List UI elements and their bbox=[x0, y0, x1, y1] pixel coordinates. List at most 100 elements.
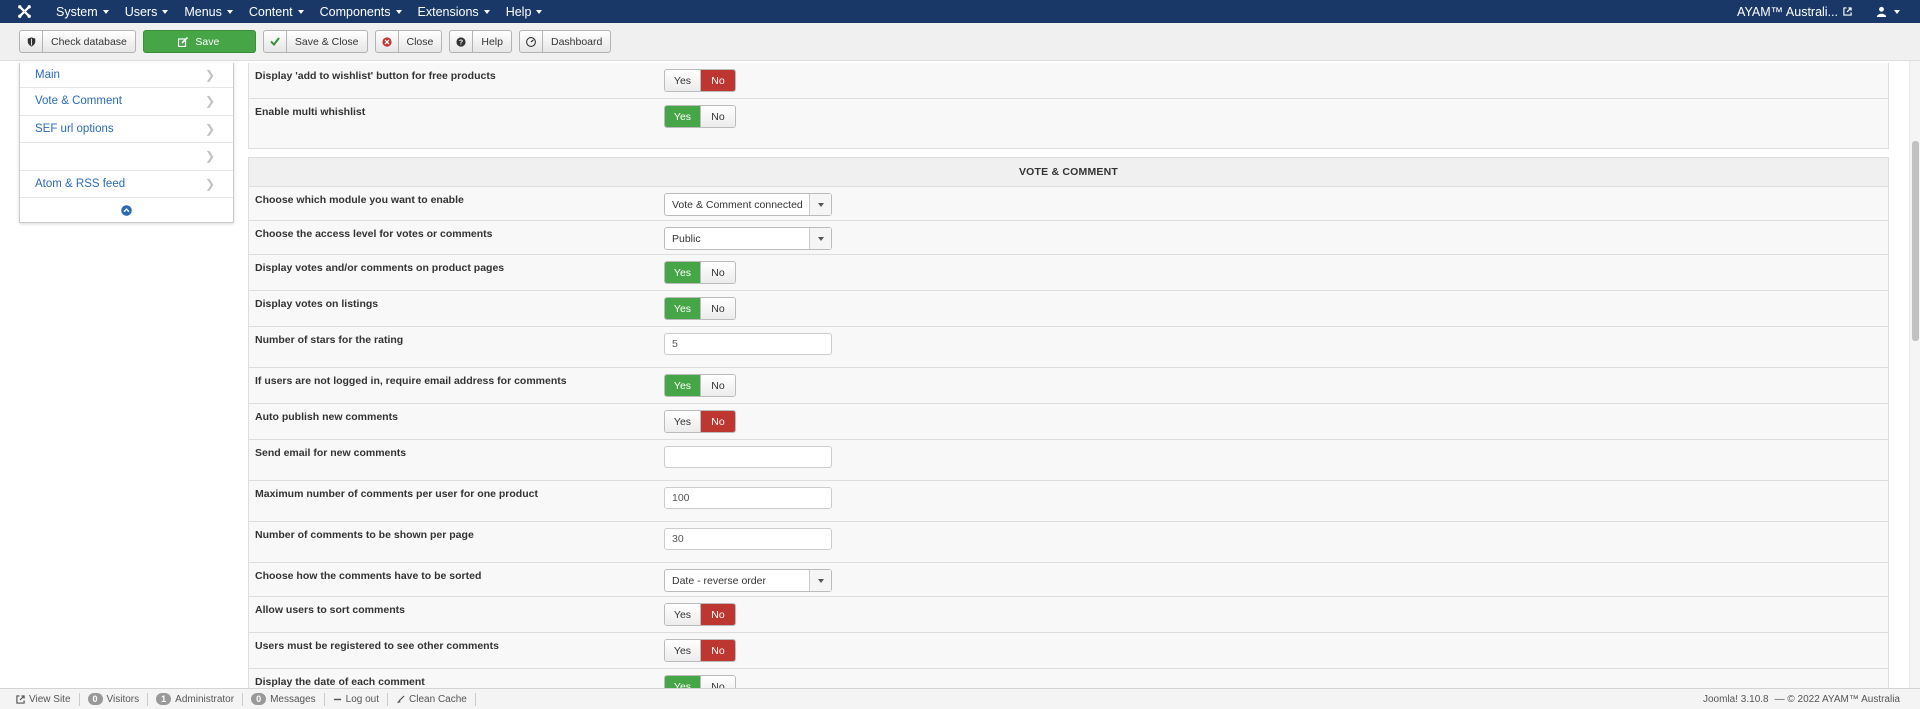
yes-option[interactable]: Yes bbox=[665, 676, 700, 688]
caret-down-icon bbox=[483, 9, 490, 14]
sidebar-item-label: Vote & Comment bbox=[35, 95, 122, 108]
joomla-logo-icon[interactable] bbox=[0, 0, 48, 23]
option-label: Display votes and/or comments on product… bbox=[255, 262, 505, 274]
registered-see-toggle[interactable]: Yes No bbox=[664, 639, 736, 662]
module-select[interactable]: Vote & Comment connected bbox=[664, 193, 832, 216]
yes-option[interactable]: Yes bbox=[665, 70, 700, 91]
menu-system[interactable]: System bbox=[48, 0, 117, 23]
visitors-indicator[interactable]: 0 Visitors bbox=[80, 692, 149, 706]
minus-icon bbox=[333, 698, 341, 700]
close-circle-icon bbox=[376, 31, 399, 52]
yes-option[interactable]: Yes bbox=[665, 375, 700, 396]
scrollbar-thumb[interactable] bbox=[1912, 141, 1919, 341]
yes-option[interactable]: Yes bbox=[665, 262, 700, 283]
no-option[interactable]: No bbox=[700, 106, 735, 127]
option-label: Number of comments to be shown per page bbox=[255, 529, 474, 541]
yes-option[interactable]: Yes bbox=[665, 640, 700, 661]
display-date-toggle[interactable]: Yes No bbox=[664, 675, 736, 688]
administrator-indicator[interactable]: 1 Administrator bbox=[148, 692, 244, 706]
menu-content[interactable]: Content bbox=[241, 0, 312, 23]
user-menu[interactable] bbox=[1862, 6, 1920, 17]
no-option[interactable]: No bbox=[700, 676, 735, 688]
check-database-button[interactable]: Check database bbox=[19, 30, 136, 53]
sidebar-item-empty[interactable]: ❯ bbox=[20, 143, 233, 171]
select-value: Date - reverse order bbox=[672, 574, 766, 587]
menu-menus[interactable]: Menus bbox=[176, 0, 241, 23]
yes-option[interactable]: Yes bbox=[665, 411, 700, 432]
svg-text:?: ? bbox=[459, 39, 463, 46]
option-row-multi-wishlist: Enable multi whishlist Yes No bbox=[249, 99, 1888, 148]
yes-option[interactable]: Yes bbox=[665, 298, 700, 319]
logout-link[interactable]: Log out bbox=[325, 692, 389, 706]
no-option[interactable]: No bbox=[700, 298, 735, 319]
no-option[interactable]: No bbox=[700, 640, 735, 661]
menu-components[interactable]: Components bbox=[312, 0, 410, 23]
save-close-button[interactable]: Save & Close bbox=[262, 30, 368, 53]
display-votes-pages-toggle[interactable]: Yes No bbox=[664, 261, 736, 284]
sidebar-item-main[interactable]: Main ❯ bbox=[20, 63, 233, 88]
option-row-display-date: Display the date of each comment Yes No bbox=[249, 669, 1888, 688]
auto-publish-toggle[interactable]: Yes No bbox=[664, 410, 736, 433]
menu-components-label: Components bbox=[319, 4, 391, 19]
clean-cache-label: Clean Cache bbox=[409, 693, 467, 705]
multi-wishlist-toggle[interactable]: Yes No bbox=[664, 105, 736, 128]
close-label: Close bbox=[406, 35, 434, 48]
visitors-label: Visitors bbox=[106, 693, 140, 705]
no-option[interactable]: No bbox=[700, 411, 735, 432]
option-row-wishlist-free: Display 'add to wishlist' button for fre… bbox=[249, 63, 1888, 99]
menu-system-label: System bbox=[56, 4, 98, 19]
dropdown-arrow-icon bbox=[809, 194, 831, 215]
site-name-link[interactable]: AYAM™ Australi... bbox=[1727, 5, 1862, 19]
no-option[interactable]: No bbox=[700, 375, 735, 396]
option-row-access-level: Choose the access level for votes or com… bbox=[249, 221, 1888, 255]
sidebar-item-sef-url-options[interactable]: SEF url options ❯ bbox=[20, 116, 233, 143]
chevron-right-icon: ❯ bbox=[204, 121, 215, 136]
page-scrollbar[interactable] bbox=[1909, 61, 1920, 688]
display-votes-listings-toggle[interactable]: Yes No bbox=[664, 297, 736, 320]
messages-count-badge: 0 bbox=[251, 693, 267, 705]
yes-option[interactable]: Yes bbox=[665, 604, 700, 625]
dropdown-arrow-icon bbox=[809, 228, 831, 249]
sidebar-item-label: Main bbox=[35, 69, 60, 81]
option-label: Number of stars for the rating bbox=[255, 334, 404, 346]
option-row-comments-per-page: Number of comments to be shown per page … bbox=[249, 522, 1888, 563]
no-option[interactable]: No bbox=[700, 70, 735, 91]
messages-indicator[interactable]: 0 Messages bbox=[243, 692, 325, 706]
messages-label: Messages bbox=[270, 693, 316, 705]
option-row-require-email: If users are not logged in, require emai… bbox=[249, 368, 1888, 404]
option-label: Maximum number of comments per user for … bbox=[255, 488, 538, 500]
view-site-link[interactable]: View Site bbox=[8, 692, 80, 706]
section-title: VOTE & COMMENT bbox=[249, 158, 1888, 187]
chevron-up-circle-icon bbox=[121, 204, 132, 216]
help-button[interactable]: ? Help bbox=[449, 30, 512, 53]
sort-comments-select[interactable]: Date - reverse order bbox=[664, 569, 832, 592]
access-level-select[interactable]: Public bbox=[664, 227, 832, 250]
help-label: Help bbox=[481, 35, 503, 48]
stars-input[interactable]: 5 bbox=[664, 333, 832, 355]
option-row-allow-sort: Allow users to sort comments Yes No bbox=[249, 597, 1888, 633]
sidebar-item-atom-rss-feed[interactable]: Atom & RSS feed ❯ bbox=[20, 171, 233, 198]
save-button[interactable]: Save bbox=[142, 30, 256, 53]
dashboard-label: Dashboard bbox=[550, 35, 603, 48]
yes-option[interactable]: Yes bbox=[665, 106, 700, 127]
allow-sort-toggle[interactable]: Yes No bbox=[664, 603, 736, 626]
no-option[interactable]: No bbox=[700, 262, 735, 283]
option-label: Choose how the comments have to be sorte… bbox=[255, 570, 482, 582]
sidebar-item-vote-comment[interactable]: Vote & Comment ❯ bbox=[20, 88, 233, 116]
dashboard-button[interactable]: Dashboard bbox=[518, 30, 612, 53]
select-value: Public bbox=[672, 232, 701, 245]
comments-per-page-input[interactable]: 30 bbox=[664, 528, 832, 550]
menu-help[interactable]: Help bbox=[498, 0, 551, 23]
option-row-stars: Number of stars for the rating 5 bbox=[249, 327, 1888, 368]
send-email-input[interactable] bbox=[664, 446, 832, 468]
max-comments-input[interactable]: 100 bbox=[664, 487, 832, 509]
clean-cache-link[interactable]: Clean Cache bbox=[388, 692, 476, 706]
no-option[interactable]: No bbox=[700, 604, 735, 625]
wishlist-free-toggle[interactable]: Yes No bbox=[664, 69, 736, 92]
menu-extensions[interactable]: Extensions bbox=[410, 0, 498, 23]
menu-users[interactable]: Users bbox=[117, 0, 177, 23]
external-link-icon bbox=[16, 694, 25, 704]
scroll-to-top-button[interactable] bbox=[20, 198, 233, 222]
close-button[interactable]: Close bbox=[374, 30, 443, 53]
require-email-toggle[interactable]: Yes No bbox=[664, 374, 736, 397]
